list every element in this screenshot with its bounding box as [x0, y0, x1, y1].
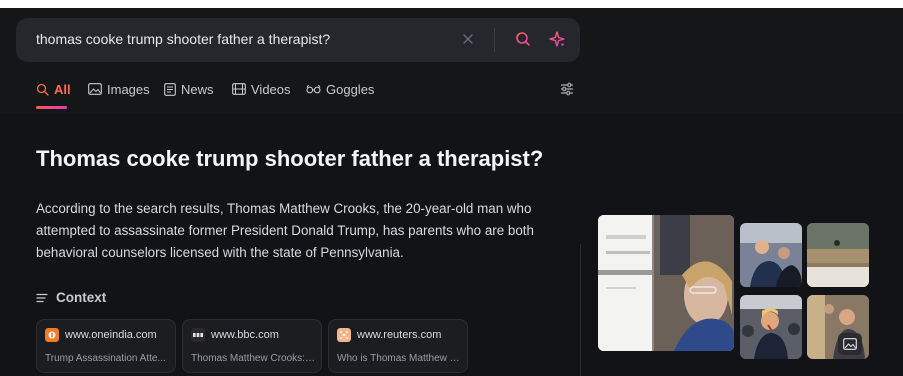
close-icon[interactable] — [457, 28, 479, 50]
column-divider — [580, 244, 581, 376]
search-divider — [494, 28, 495, 52]
image-search-icon[interactable] — [838, 333, 862, 355]
image-result[interactable] — [598, 215, 734, 351]
image-result[interactable] — [807, 223, 869, 287]
source-domain: www.bbc.com — [211, 329, 279, 341]
context-label: Context — [56, 290, 107, 305]
image-icon — [88, 83, 102, 95]
bbc-favicon-icon — [191, 328, 205, 342]
tab-label: All — [54, 81, 71, 97]
source-domain: www.reuters.com — [357, 329, 442, 341]
tab-goggles[interactable]: Goggles — [306, 78, 374, 100]
image-result[interactable] — [740, 223, 802, 287]
settings-sliders-icon[interactable] — [558, 80, 576, 98]
image-icon — [843, 338, 857, 350]
screenshot-frame: thomas cooke trump shooter father a ther… — [0, 0, 903, 376]
ai-answer-icon[interactable] — [546, 28, 568, 50]
photo-thumbnail — [740, 295, 802, 359]
source-title: Who is Thomas Matthew C... — [337, 353, 461, 364]
search-icon[interactable] — [512, 28, 534, 50]
tab-label: News — [181, 81, 214, 97]
news-icon — [164, 82, 176, 96]
tab-news[interactable]: News — [164, 78, 214, 100]
search-input[interactable]: thomas cooke trump shooter father a ther… — [36, 31, 330, 47]
photo-thumbnail — [598, 215, 734, 351]
video-icon — [232, 83, 246, 95]
photo-thumbnail — [807, 223, 869, 287]
context-heading: Context — [36, 290, 106, 305]
search-app: thomas cooke trump shooter father a ther… — [0, 8, 903, 376]
answer-text: According to the search results, Thomas … — [36, 201, 534, 260]
goggles-icon — [306, 84, 321, 94]
source-card[interactable]: www.bbc.com Thomas Matthew Crooks: ... — [182, 319, 322, 373]
tab-all[interactable]: All — [36, 78, 71, 100]
search-icon — [36, 83, 49, 96]
source-title: Trump Assassination Atte... — [45, 353, 166, 364]
search-box[interactable]: thomas cooke trump shooter father a ther… — [16, 18, 580, 62]
oneindia-favicon-icon — [45, 328, 59, 342]
tab-images[interactable]: Images — [88, 78, 150, 100]
tab-label: Videos — [251, 81, 291, 97]
reuters-favicon-icon — [337, 328, 351, 342]
source-card[interactable]: www.reuters.com Who is Thomas Matthew C.… — [328, 319, 468, 373]
photo-thumbnail — [740, 223, 802, 287]
source-title: Thomas Matthew Crooks: ... — [191, 353, 315, 364]
source-card[interactable]: www.oneindia.com Trump Assassination Att… — [36, 319, 176, 373]
list-icon — [36, 293, 48, 302]
image-result[interactable] — [740, 295, 802, 359]
answer-title: Thomas cooke trump shooter father a ther… — [36, 146, 544, 171]
top-bar: thomas cooke trump shooter father a ther… — [0, 8, 903, 113]
tab-label: Images — [107, 81, 150, 97]
tab-label: Goggles — [326, 81, 375, 97]
active-tab-indicator — [36, 106, 67, 109]
source-domain: www.oneindia.com — [65, 329, 157, 341]
tab-videos[interactable]: Videos — [232, 78, 291, 100]
